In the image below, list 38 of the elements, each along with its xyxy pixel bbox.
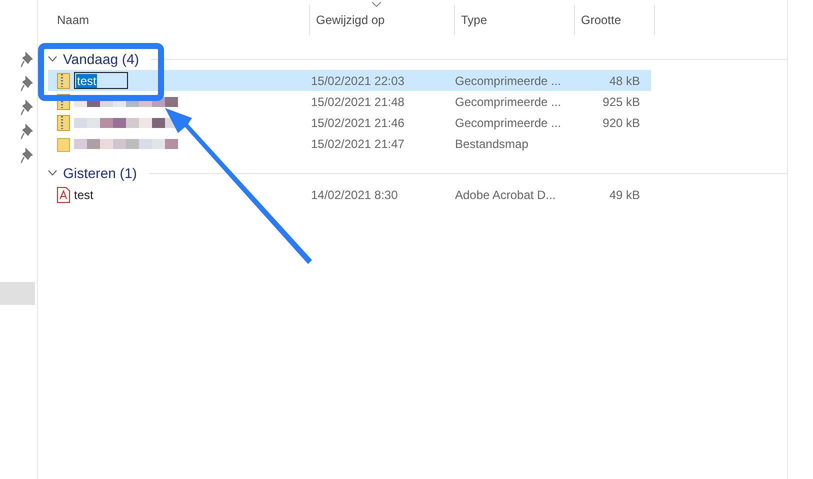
file-size: 48 kB (608, 74, 640, 88)
column-header[interactable]: Naam (38, 5, 310, 35)
group-title[interactable]: Gisteren (1) (63, 165, 137, 181)
file-name[interactable]: test (74, 188, 94, 202)
column-header[interactable]: Grootte (575, 5, 655, 35)
pin-icon (21, 100, 33, 116)
sort-icon (372, 2, 381, 7)
file-row[interactable]: test 14/02/2021 8:30 Adobe Acrobat D... 49 kB (48, 184, 651, 205)
file-row[interactable]: 15/02/2021 21:46 Gecomprimeerde ... 920 kB (48, 112, 651, 133)
file-size: 49 kB (608, 188, 640, 202)
file-size: 920 kB (602, 116, 640, 130)
modified-date: 15/02/2021 21:48 (311, 94, 406, 108)
column-header[interactable]: Gewijzigd op (310, 5, 455, 35)
zip-archive-icon (57, 72, 70, 88)
file-row[interactable]: test 15/02/2021 22:03 Gecomprimeerde ... 48 kB (48, 70, 651, 91)
pdf-file-icon (57, 186, 70, 202)
file-type: Gecomprimeerde ... (455, 116, 562, 130)
file-type: Gecomprimeerde ... (455, 94, 562, 108)
zip-archive-icon (57, 114, 70, 130)
file-row[interactable]: 15/02/2021 21:48 Gecomprimeerde ... 925 kB (48, 91, 651, 112)
file-type: Gecomprimeerde ... (455, 74, 562, 88)
file-row[interactable]: 15/02/2021 21:47 Bestandsmap (48, 133, 651, 154)
pin-icon (21, 52, 33, 68)
folder-icon (57, 136, 70, 152)
modified-date: 15/02/2021 21:46 (311, 116, 406, 130)
pin-icon (21, 148, 33, 164)
rename-field[interactable]: test (74, 72, 128, 89)
group-title[interactable]: Vandaag (4) (63, 51, 140, 67)
pin-icon (21, 76, 33, 92)
modified-date: 15/02/2021 21:47 (311, 136, 406, 150)
file-size: 925 kB (602, 94, 640, 108)
pin-icon (21, 124, 33, 140)
column-header[interactable]: Type (455, 5, 575, 35)
modified-date: 14/02/2021 8:30 (311, 188, 399, 202)
file-type: Adobe Acrobat D... (455, 188, 557, 202)
modified-date: 15/02/2021 22:03 (311, 74, 406, 88)
nav-item-highlight[interactable] (0, 282, 35, 305)
file-type: Bestandsmap (455, 136, 530, 150)
